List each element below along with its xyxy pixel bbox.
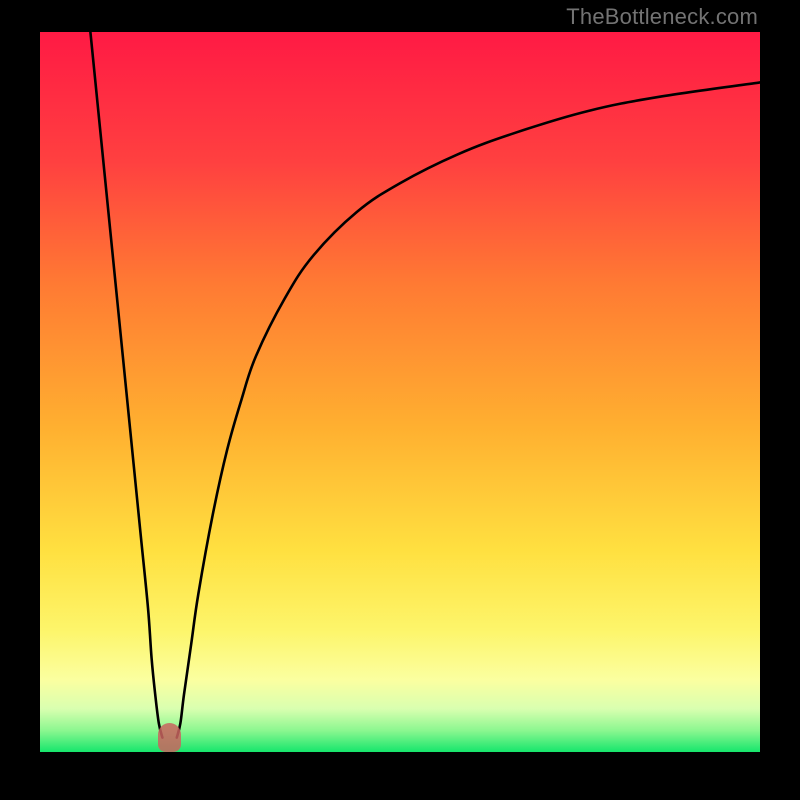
curve-left-branch [90, 32, 162, 738]
plot-area [40, 32, 760, 752]
curve-right-branch [177, 82, 760, 737]
watermark-text: TheBottleneck.com [566, 4, 758, 30]
optimum-marker [158, 723, 181, 752]
chart-frame: TheBottleneck.com [0, 0, 800, 800]
bottleneck-curve [40, 32, 760, 752]
